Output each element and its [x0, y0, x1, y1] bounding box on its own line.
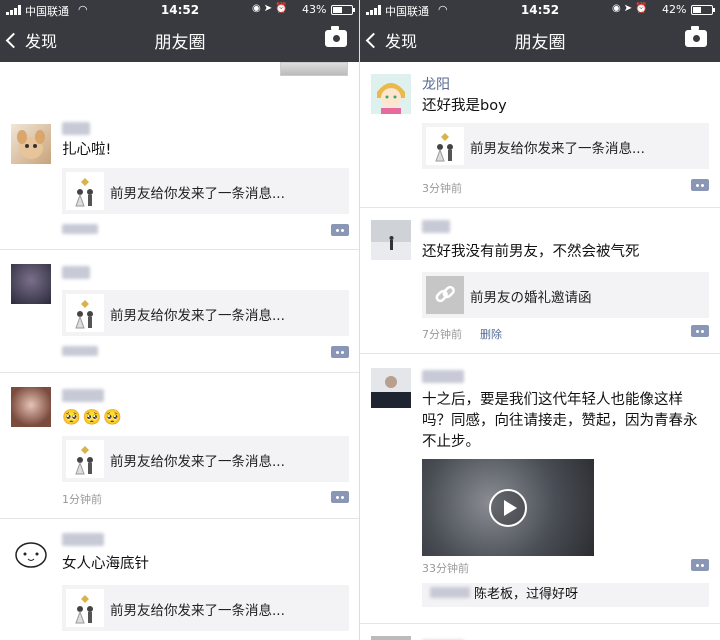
- link-title: 前男友给你发来了一条消息...: [110, 603, 285, 619]
- moment-post: 扎心啦! 前男友给你发来了一条消息...: [0, 112, 359, 250]
- top-bar: 中国联通 ◠ 14:52 ◉➤⏰ 43% 发现 朋友圈: [0, 0, 359, 62]
- post-text: 扎心啦!: [62, 142, 112, 158]
- shared-link-card[interactable]: 前男友给你发来了一条消息...: [422, 123, 709, 169]
- wedding-thumb-icon: [426, 127, 464, 165]
- top-bar: 中国联通 ◠ 14:52 ◉➤⏰ 42% 发现 朋友圈: [360, 0, 720, 62]
- post-emojis: 🥺🥺🥺: [62, 408, 125, 426]
- post-author-name[interactable]: [422, 220, 450, 237]
- anime-avatar-icon: [377, 83, 405, 114]
- moment-post: 龙阳 还好我是boy 前男友给你发来了一条消息... 3分钟前: [360, 62, 720, 208]
- person-avatar-icon: [389, 236, 394, 250]
- battery-percent: 43%: [302, 3, 327, 16]
- post-text: 还好我是boy: [422, 98, 507, 114]
- post-time: 3分钟前: [422, 182, 462, 195]
- post-author-name[interactable]: [422, 634, 464, 640]
- delete-link[interactable]: 删除: [480, 328, 502, 341]
- camera-icon[interactable]: [325, 26, 347, 47]
- post-author-name[interactable]: 龙阳: [422, 74, 450, 94]
- status-icons: ◉➤⏰: [612, 3, 651, 14]
- post-author-name[interactable]: [62, 533, 104, 550]
- post-time: 1分钟前: [62, 493, 102, 506]
- shared-link-card[interactable]: 前男友给你发来了一条消息...: [62, 168, 349, 214]
- camera-icon[interactable]: [685, 26, 707, 47]
- post-author-name[interactable]: [62, 122, 90, 139]
- phone-screen-right: 中国联通 ◠ 14:52 ◉➤⏰ 42% 发现 朋友圈 龙阳 还好我是boy 前…: [360, 0, 720, 640]
- moment-post: 十之后，要是我们这代年轻人也能像这样 吗？同感，向往请接走，赞起，因为青春永 不…: [360, 354, 720, 624]
- post-time: [62, 346, 98, 359]
- more-options-icon[interactable]: [331, 346, 349, 358]
- avatar[interactable]: [371, 220, 411, 260]
- link-title: 前男友给你发来了一条消息...: [470, 141, 645, 157]
- link-icon: [426, 276, 464, 314]
- play-icon[interactable]: [489, 489, 527, 527]
- more-options-icon[interactable]: [691, 325, 709, 337]
- post-text-line: 不止步。: [422, 434, 480, 450]
- battery-icon: [331, 5, 355, 15]
- avatar[interactable]: [11, 533, 51, 573]
- link-title: 前男友给你发来了一条消息...: [110, 186, 285, 202]
- post-time: [62, 224, 98, 237]
- link-title: 前男友の婚礼邀请函: [470, 290, 592, 306]
- phone-screen-left: 中国联通 ◠ 14:52 ◉➤⏰ 43% 发现 朋友圈 扎心啦! 前男友给你发来…: [0, 0, 360, 640]
- shared-link-card[interactable]: 前男友の婚礼邀请函: [422, 272, 709, 318]
- post-author-name[interactable]: [62, 389, 104, 406]
- link-title: 前男友给你发来了一条消息...: [110, 308, 285, 324]
- person-avatar-icon: [379, 376, 403, 408]
- avatar[interactable]: [11, 124, 51, 164]
- post-time-text: 7分钟前: [422, 328, 462, 341]
- battery-icon: [691, 5, 715, 15]
- post-time: 33分钟前: [422, 562, 469, 575]
- moment-post: 前男友给你发来了一条消息...: [0, 250, 359, 373]
- dog-avatar-icon: [17, 130, 45, 159]
- link-title: 前男友给你发来了一条消息...: [110, 454, 285, 470]
- avatar[interactable]: [371, 74, 411, 114]
- more-options-icon[interactable]: [331, 224, 349, 236]
- video-thumbnail[interactable]: [422, 459, 594, 556]
- shared-link-card[interactable]: 前男友给你发来了一条消息...: [62, 436, 349, 482]
- status-bar: 中国联通 ◠ 14:52 ◉➤⏰ 43%: [0, 0, 359, 20]
- post-text-line: 十之后，要是我们这代年轻人也能像这样: [422, 392, 683, 408]
- more-options-icon[interactable]: [691, 179, 709, 191]
- wedding-thumb-icon: [66, 589, 104, 627]
- moment-post: 🥺🥺🥺 前男友给你发来了一条消息... 1分钟前: [0, 373, 359, 519]
- post-author-name[interactable]: [62, 266, 90, 283]
- wedding-thumb-icon: [66, 440, 104, 478]
- battery-fill: [693, 7, 702, 13]
- comment-author[interactable]: [430, 587, 470, 598]
- post-text: 女人心海底针: [62, 556, 149, 572]
- wedding-thumb-icon: [66, 294, 104, 332]
- avatar[interactable]: [371, 636, 411, 640]
- post-text-line: 吗？同感，向往请接走，赞起，因为青春永: [422, 413, 698, 429]
- moment-post: 还好我没有前男友，不然会被气死 前男友の婚礼邀请函 7分钟前 删除: [360, 208, 720, 354]
- page-title: 朋友圈: [514, 33, 566, 53]
- post-text: 还好我没有前男友，不然会被气死: [422, 244, 640, 260]
- moments-feed: 龙阳 还好我是boy 前男友给你发来了一条消息... 3分钟前 还好我没有前男友…: [360, 62, 720, 640]
- avatar[interactable]: [11, 387, 51, 427]
- wedding-thumb-icon: [66, 172, 104, 210]
- previous-post-image[interactable]: [280, 62, 348, 76]
- status-bar: 中国联通 ◠ 14:52 ◉➤⏰ 42%: [360, 0, 720, 20]
- post-time: 7分钟前 删除: [422, 326, 502, 342]
- moment-post: 女人心海底针 前男友给你发来了一条消息...: [0, 519, 359, 640]
- more-options-icon[interactable]: [331, 491, 349, 503]
- status-icons: ◉➤⏰: [252, 3, 291, 14]
- moments-feed: 扎心啦! 前男友给你发来了一条消息... 前男友给你发来了一条消息... 🥺🥺🥺…: [0, 62, 359, 640]
- more-options-icon[interactable]: [691, 559, 709, 571]
- cartoon-avatar-icon: [15, 542, 47, 568]
- page-title: 朋友圈: [154, 33, 206, 53]
- post-author-name[interactable]: [422, 370, 464, 387]
- battery-fill: [333, 7, 342, 13]
- avatar[interactable]: [371, 368, 411, 408]
- comment-item[interactable]: 陈老板，过得好呀: [422, 583, 709, 607]
- battery-percent: 42%: [662, 3, 687, 16]
- shared-link-card[interactable]: 前男友给你发来了一条消息...: [62, 290, 349, 336]
- avatar[interactable]: [11, 264, 51, 304]
- shared-link-card[interactable]: 前男友给你发来了一条消息...: [62, 585, 349, 631]
- moment-post-partial: [360, 624, 720, 640]
- comment-text: 陈老板，过得好呀: [474, 587, 579, 602]
